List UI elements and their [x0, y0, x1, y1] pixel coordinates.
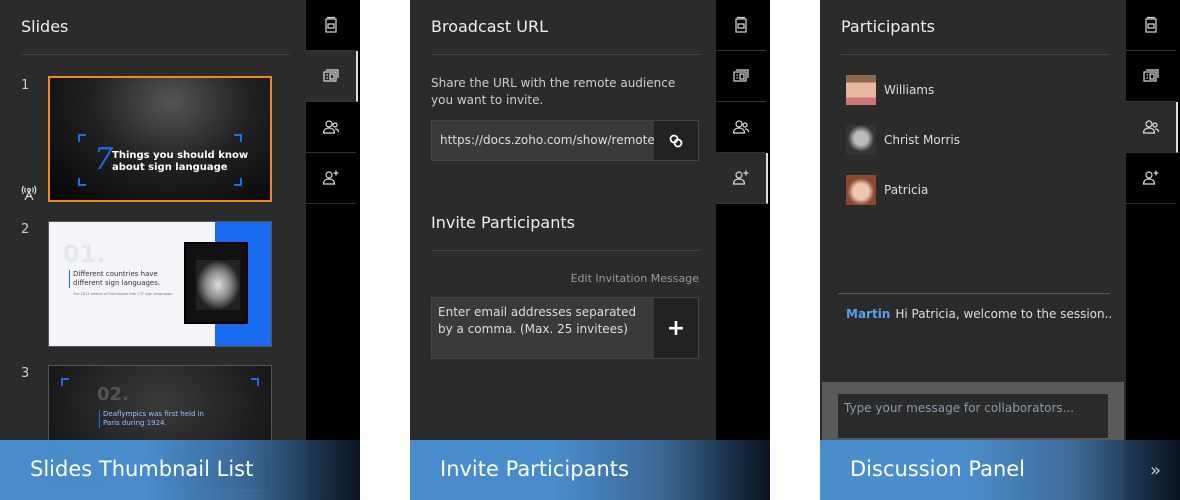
- participants-icon: [1142, 118, 1160, 136]
- slide-title: Different countries have different sign …: [69, 270, 179, 288]
- slides-icon: [1142, 67, 1160, 85]
- rail-participants[interactable]: [716, 102, 766, 153]
- slide-subtitle: The 2013 edition of Ethnologue lists 137…: [73, 292, 173, 296]
- participant-item[interactable]: Williams: [846, 75, 934, 105]
- slide-thumbnail-1[interactable]: 7 Things you should know about sign lang…: [48, 76, 272, 202]
- participant-item[interactable]: Christ Morris: [846, 125, 960, 155]
- slide-number-graphic: 7: [94, 142, 114, 177]
- rail-slides[interactable]: [306, 51, 358, 102]
- rail-add-participant[interactable]: [306, 153, 356, 204]
- rail-participants[interactable]: [1126, 102, 1178, 153]
- divider: [431, 54, 700, 55]
- slide-thumbnail-2[interactable]: 01. Different countries have different s…: [48, 221, 272, 347]
- notes-icon: [732, 16, 750, 34]
- message-text: Hi Patricia, welcome to the session..: [895, 307, 1113, 321]
- slide-number: 3: [21, 366, 30, 381]
- rail-add-participant[interactable]: [716, 153, 768, 204]
- slides-icon: [732, 67, 750, 85]
- rail-notes[interactable]: [306, 0, 356, 51]
- slide-number: 1: [21, 78, 30, 93]
- slide-title: Deaflympics was first held in Paris duri…: [99, 410, 209, 428]
- email-input[interactable]: Enter email addresses separated by a com…: [432, 298, 654, 358]
- invite-panel: Broadcast URL Share the URL with the rem…: [410, 0, 770, 500]
- email-field: Enter email addresses separated by a com…: [431, 297, 699, 359]
- slides-icon: [322, 67, 340, 85]
- broadcast-url-field: https://docs.zoho.com/show/remote.do: [431, 120, 699, 161]
- message-sender: Martin: [846, 307, 891, 321]
- link-icon: [669, 134, 683, 147]
- slide-title: Things you should know about sign langua…: [112, 150, 249, 173]
- discussion-panel: Participants Williams Christ Morris Patr…: [820, 0, 1180, 500]
- broadcast-url[interactable]: https://docs.zoho.com/show/remote.do: [432, 121, 654, 160]
- collapse-panel-button[interactable]: »: [1150, 460, 1161, 481]
- panel-title: Slides: [21, 17, 69, 36]
- rail-notes[interactable]: [1126, 0, 1176, 51]
- add-participant-icon: [322, 169, 340, 187]
- notes-icon: [1142, 16, 1160, 34]
- add-participant-icon: [1142, 169, 1160, 187]
- divider: [841, 54, 1110, 55]
- slides-panel: Slides 1 7 Things you should know about …: [0, 0, 360, 500]
- invite-title: Invite Participants: [431, 213, 575, 232]
- avatar: [846, 175, 876, 205]
- chat-message: Martin Hi Patricia, welcome to the sessio…: [846, 307, 1112, 321]
- rail-notes[interactable]: [716, 0, 766, 51]
- notes-icon: [322, 16, 340, 34]
- rail-slides[interactable]: [716, 51, 766, 102]
- chat-input[interactable]: [838, 394, 1108, 438]
- add-invitee-button[interactable]: +: [654, 298, 698, 358]
- divider: [838, 293, 1110, 294]
- participant-name: Patricia: [884, 183, 929, 197]
- participant-name: Christ Morris: [884, 133, 960, 147]
- participants-icon: [322, 118, 340, 136]
- divider: [431, 250, 700, 251]
- broadcast-description: Share the URL with the remote audience y…: [431, 76, 676, 107]
- copy-link-button[interactable]: [654, 121, 698, 160]
- broadcast-icon: [21, 185, 37, 201]
- avatar: [846, 125, 876, 155]
- slide-number-graphic: 01.: [63, 240, 106, 268]
- slide-number-graphic: 02.: [97, 384, 129, 405]
- slide-number: 2: [21, 222, 30, 237]
- participant-name: Williams: [884, 83, 935, 97]
- side-rail: [1126, 0, 1180, 500]
- rail-add-participant[interactable]: [1126, 153, 1176, 204]
- panel-title: Broadcast URL: [431, 17, 548, 36]
- rail-participants[interactable]: [306, 102, 356, 153]
- participants-icon: [732, 118, 750, 136]
- add-participant-icon: [732, 169, 750, 187]
- side-rail: [306, 0, 360, 500]
- panel-title: Participants: [841, 17, 935, 36]
- participant-item[interactable]: Patricia: [846, 175, 928, 205]
- side-rail: [716, 0, 770, 500]
- caption: Discussion Panel: [820, 440, 1180, 500]
- edit-invitation-link[interactable]: Edit Invitation Message: [571, 272, 699, 285]
- divider: [21, 54, 290, 55]
- caption: Slides Thumbnail List: [0, 440, 360, 500]
- rail-slides[interactable]: [1126, 51, 1176, 102]
- caption: Invite Participants: [410, 440, 770, 500]
- avatar: [846, 75, 876, 105]
